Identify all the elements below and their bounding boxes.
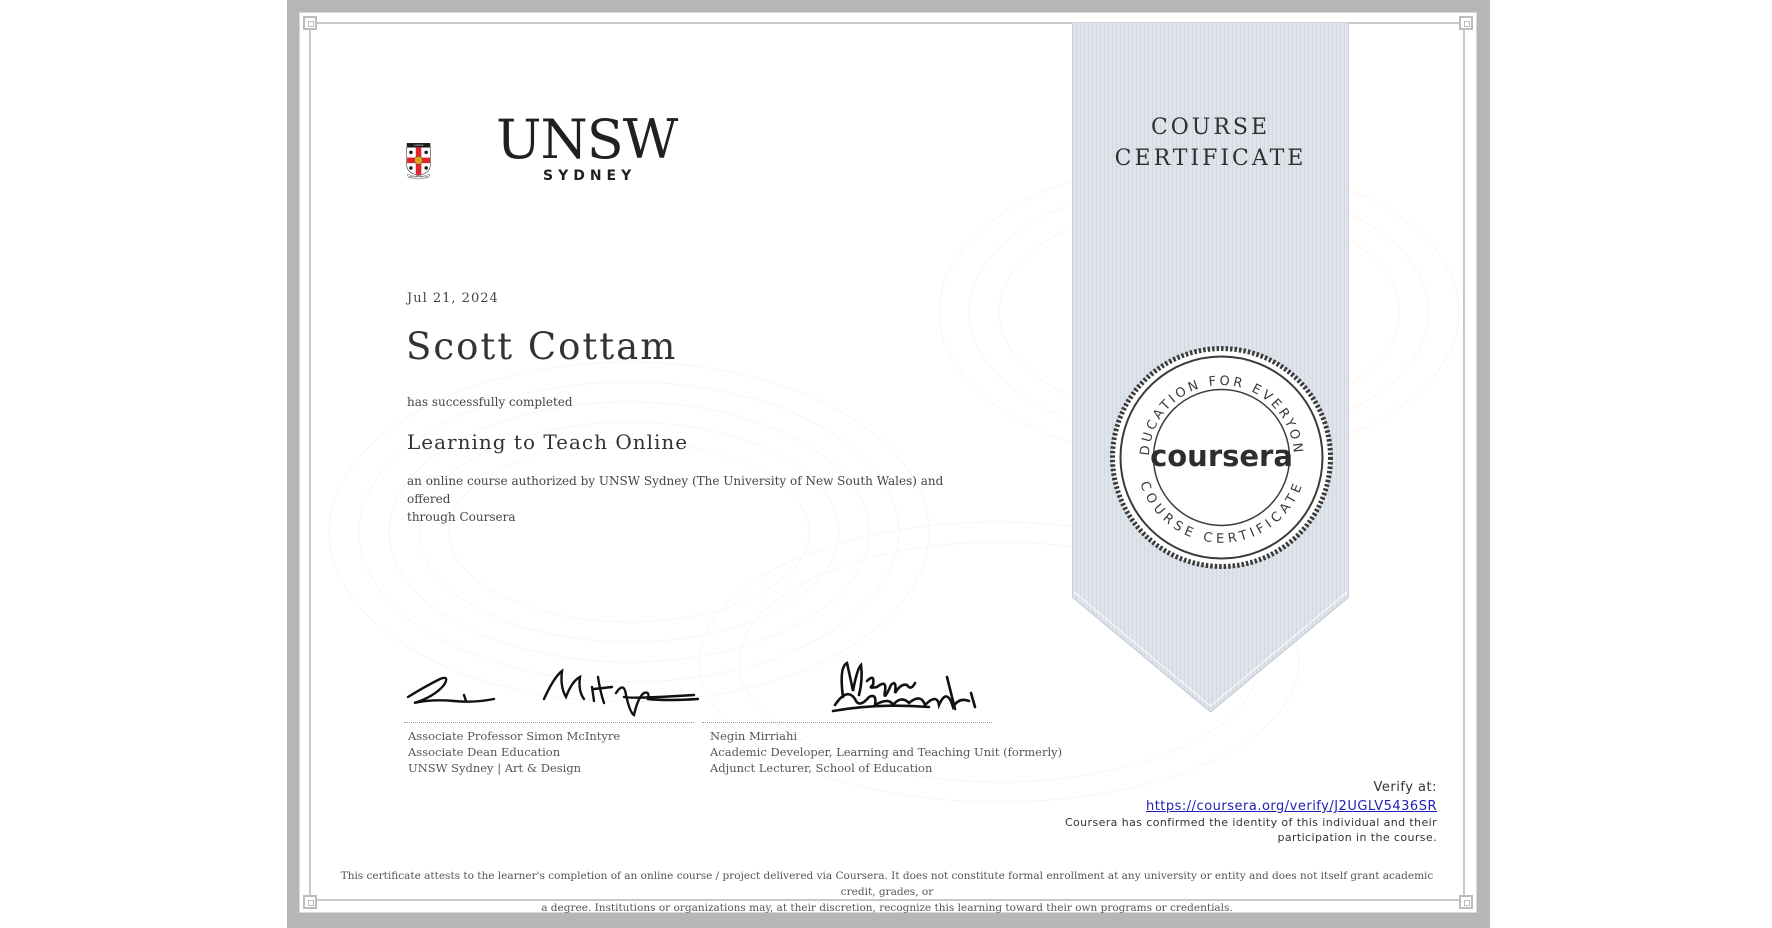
signatory-2-name: Negin Mirriahi bbox=[710, 729, 798, 743]
identity-confirmation: Coursera has confirmed the identity of t… bbox=[989, 815, 1437, 845]
crest-motto: MANU ET MENTE bbox=[409, 177, 429, 179]
disclaimer-line2: a degree. Institutions or organizations … bbox=[541, 902, 1233, 914]
ribbon-title-line1: COURSE bbox=[1150, 115, 1271, 140]
completion-date: Jul 21, 2024 bbox=[407, 291, 499, 306]
certificate-paper: COURSE CERTIFICATE EDUCATION FOR EVERYON… bbox=[299, 12, 1477, 916]
signature-image-1 bbox=[406, 668, 699, 717]
course-description-line2: through Coursera bbox=[407, 510, 516, 524]
course-description: an online course authorized by UNSW Sydn… bbox=[407, 472, 967, 526]
disclaimer: This certificate attests to the learner'… bbox=[329, 868, 1445, 916]
unsw-logo: SCIENTIA MANU ET MENTE bbox=[406, 143, 431, 180]
signature-line-1 bbox=[404, 722, 694, 723]
signatory-1-org: UNSW Sydney | Art & Design bbox=[408, 761, 582, 775]
signatory-2-org: Adjunct Lecturer, School of Education bbox=[710, 761, 933, 775]
verify-link[interactable]: https://coursera.org/verify/J2UGLV5436SR bbox=[1146, 799, 1437, 814]
course-description-line1: an online course authorized by UNSW Sydn… bbox=[407, 474, 944, 506]
corner-ornament-br bbox=[1459, 895, 1473, 909]
signatory-2: Negin Mirriahi Academic Developer, Learn… bbox=[710, 728, 1062, 776]
ribbon-title: COURSE CERTIFICATE bbox=[1072, 112, 1349, 174]
signatory-1-title: Associate Dean Education bbox=[408, 745, 561, 759]
corner-ornament-tl bbox=[303, 16, 317, 30]
corner-ornament-tr bbox=[1459, 16, 1473, 30]
identity-confirmation-line2: participation in the course. bbox=[1277, 831, 1437, 844]
ribbon-title-line2: CERTIFICATE bbox=[1114, 146, 1307, 171]
coursera-seal: EDUCATION FOR EVERYONE COURSE CERTIFICAT… bbox=[1109, 345, 1333, 569]
signatory-1: Associate Professor Simon McIntyre Assoc… bbox=[408, 728, 620, 776]
disclaimer-line1: This certificate attests to the learner'… bbox=[340, 870, 1434, 898]
signature-line-2 bbox=[702, 722, 992, 723]
recipient-name: Scott Cottam bbox=[406, 325, 678, 368]
identity-confirmation-line1: Coursera has confirmed the identity of t… bbox=[1064, 816, 1437, 829]
signature-image-2 bbox=[831, 661, 977, 713]
course-title: Learning to Teach Online bbox=[407, 430, 689, 454]
institution-name: UNSW bbox=[496, 108, 678, 171]
verification-block: Verify at: https://coursera.org/verify/J… bbox=[1146, 780, 1437, 814]
signatory-2-title: Academic Developer, Learning and Teachin… bbox=[710, 745, 1063, 759]
seal-brand: coursera bbox=[1150, 439, 1293, 473]
verify-label: Verify at: bbox=[1373, 780, 1437, 795]
certificate-frame: COURSE CERTIFICATE EDUCATION FOR EVERYON… bbox=[287, 0, 1490, 928]
institution-subtitle: SYDNEY bbox=[543, 168, 637, 184]
corner-ornament-bl bbox=[303, 895, 317, 909]
completed-text: has successfully completed bbox=[407, 395, 573, 409]
signatory-1-name: Associate Professor Simon McIntyre bbox=[408, 729, 621, 743]
